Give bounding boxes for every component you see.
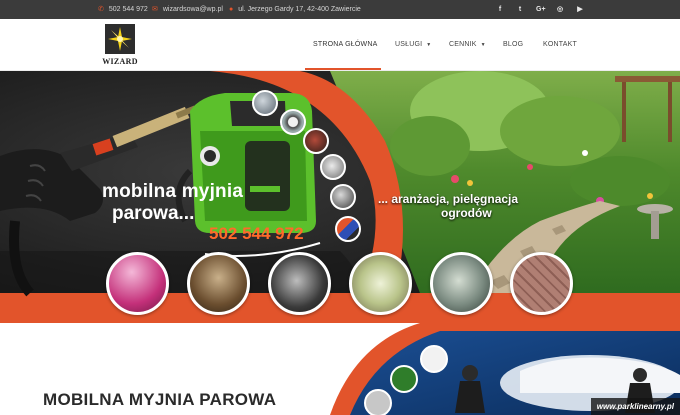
service-thumb-small: [320, 154, 346, 180]
logo-text: WIZARD: [102, 57, 138, 66]
service-thumb-car-interior[interactable]: [268, 252, 331, 315]
topbar-address: ● ul. Jerzego Gardy 17, 42-400 Zawiercie: [229, 0, 361, 19]
hero-banner: mobilna myjnia parowa... 502 544 972 ...…: [0, 71, 680, 323]
top-bar: ✆ 502 544 972 ✉ wizardsowa@wp.pl ● ul. J…: [0, 0, 680, 19]
hero-title-line1: mobilna myjnia: [102, 181, 244, 202]
caret-down-icon: ▼: [480, 41, 486, 48]
watermark: www.parklinearny.pl: [590, 398, 680, 415]
nav-item-blog[interactable]: BLOG: [503, 19, 523, 70]
topbar-phone-text: 502 544 972: [108, 6, 148, 13]
service-thumb-upholstery[interactable]: [106, 252, 169, 315]
hero-garden-line2: ogrodów: [441, 206, 492, 220]
facebook-icon[interactable]: f: [496, 6, 504, 13]
youtube-icon[interactable]: ▶: [576, 6, 584, 13]
google-plus-icon[interactable]: G+: [536, 6, 546, 13]
service-thumb-small: [280, 109, 306, 135]
caret-down-icon: ▼: [426, 41, 432, 48]
envelope-icon: ✉: [152, 6, 158, 13]
service-thumb-machine[interactable]: [349, 252, 412, 315]
map-pin-icon: ●: [229, 6, 234, 13]
nav-label: CENNIK: [449, 41, 477, 48]
hero-phone[interactable]: 502 544 972: [209, 225, 304, 242]
topbar-email-text: wizardsowa@wp.pl: [162, 6, 223, 13]
nav-label: STRONA GŁÓWNA: [313, 41, 378, 48]
hero-garden-line1: ... aranżacja, pielęgnacja: [378, 192, 519, 206]
twitter-icon[interactable]: t: [516, 6, 524, 13]
nav-label: USŁUGI: [395, 41, 423, 48]
service-thumb-small: [330, 184, 356, 210]
active-nav-indicator: [305, 68, 381, 70]
nav-label: KONTAKT: [543, 41, 577, 48]
nav-item-pricing[interactable]: CENNIK ▼: [449, 19, 486, 70]
topbar-address-text: ul. Jerzego Gardy 17, 42-400 Zawiercie: [238, 6, 361, 13]
phone-icon: ✆: [98, 6, 104, 13]
service-thumb-carpet[interactable]: [187, 252, 250, 315]
nav-item-home[interactable]: STRONA GŁÓWNA: [313, 19, 377, 70]
logo[interactable]: WIZARD: [99, 24, 141, 68]
service-thumb-paving[interactable]: [510, 252, 573, 315]
topbar-phone[interactable]: ✆ 502 544 972: [98, 0, 148, 19]
service-thumb-small: [252, 90, 278, 116]
content-section: MOBILNA MYJNIA PAROWA www.parklinearny.p…: [0, 323, 680, 415]
nav-label: BLOG: [503, 41, 524, 48]
service-thumb-car-seat[interactable]: [430, 252, 493, 315]
service-thumb-small: [335, 216, 361, 242]
site-header: WIZARD STRONA GŁÓWNA USŁUGI ▼ CENNIK ▼ BLO…: [0, 19, 680, 71]
nav-item-services[interactable]: USŁUGI ▼: [395, 19, 431, 70]
section-title: MOBILNA MYJNIA PAROWA: [43, 390, 277, 409]
topbar-email[interactable]: ✉ wizardsowa@wp.pl: [152, 0, 223, 19]
social-links: f t G+ ◎ ▶: [496, 0, 584, 19]
logo-star-icon: [105, 24, 135, 54]
instagram-icon[interactable]: ◎: [556, 6, 564, 13]
nav-item-contact[interactable]: KONTAKT: [543, 19, 577, 70]
service-thumb-small: [303, 128, 329, 154]
hero-title-line2: parowa...: [112, 203, 195, 224]
